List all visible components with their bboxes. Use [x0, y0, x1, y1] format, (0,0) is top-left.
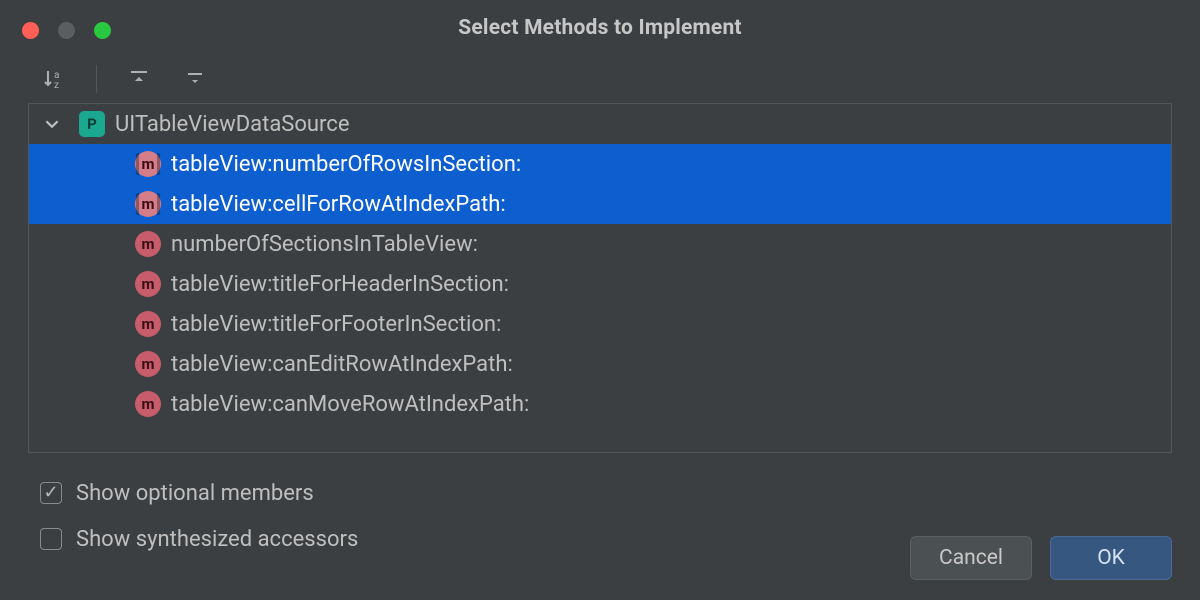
method-row[interactable]: m numberOfSectionsInTableView:: [29, 224, 1171, 264]
checkbox-icon[interactable]: [40, 482, 62, 504]
method-row[interactable]: m tableView:numberOfRowsInSection:: [29, 144, 1171, 184]
show-optional-checkbox-row[interactable]: Show optional members: [40, 473, 1172, 513]
method-badge-icon: m: [135, 231, 161, 257]
method-name: numberOfSectionsInTableView:: [171, 232, 478, 257]
minimize-window-button[interactable]: [58, 22, 75, 39]
method-tree[interactable]: P UITableViewDataSource m tableView:numbe…: [28, 103, 1172, 453]
method-row[interactable]: m tableView:canEditRowAtIndexPath:: [29, 344, 1171, 384]
method-name: tableView:canMoveRowAtIndexPath:: [171, 392, 529, 417]
protocol-row[interactable]: P UITableViewDataSource: [29, 104, 1171, 144]
implement-methods-dialog: Select Methods to Implement a z: [0, 0, 1200, 600]
method-name: tableView:titleForFooterInSection:: [171, 312, 501, 337]
collapse-all-icon[interactable]: [181, 65, 209, 93]
protocol-name: UITableViewDataSource: [115, 112, 349, 137]
method-badge-icon: m: [135, 191, 161, 217]
method-name: tableView:canEditRowAtIndexPath:: [171, 352, 513, 377]
method-name: tableView:numberOfRowsInSection:: [171, 152, 521, 177]
toolbar: a z: [0, 55, 1200, 103]
chevron-down-icon[interactable]: [43, 115, 61, 133]
method-row[interactable]: m tableView:titleForHeaderInSection:: [29, 264, 1171, 304]
method-badge-icon: m: [135, 391, 161, 417]
method-row[interactable]: m tableView:titleForFooterInSection:: [29, 304, 1171, 344]
checkbox-icon[interactable]: [40, 528, 62, 550]
sort-alpha-icon[interactable]: a z: [40, 65, 68, 93]
method-badge-icon: m: [135, 151, 161, 177]
protocol-badge-icon: P: [79, 111, 105, 137]
expand-all-icon[interactable]: [125, 65, 153, 93]
method-badge-icon: m: [135, 311, 161, 337]
ok-button[interactable]: OK: [1050, 536, 1172, 580]
cancel-button[interactable]: Cancel: [910, 536, 1032, 580]
method-row[interactable]: m tableView:canMoveRowAtIndexPath:: [29, 384, 1171, 424]
method-name: tableView:cellForRowAtIndexPath:: [171, 192, 506, 217]
method-row[interactable]: m tableView:cellForRowAtIndexPath:: [29, 184, 1171, 224]
toolbar-separator: [96, 65, 97, 93]
button-bar: Cancel OK: [910, 536, 1172, 580]
window-controls: [22, 22, 111, 39]
svg-text:z: z: [54, 80, 59, 91]
method-badge-icon: m: [135, 271, 161, 297]
zoom-window-button[interactable]: [94, 22, 111, 39]
show-synthesized-label: Show synthesized accessors: [76, 527, 358, 552]
show-optional-label: Show optional members: [76, 481, 314, 506]
dialog-footer: Show optional members Show synthesized a…: [0, 453, 1200, 600]
dialog-title: Select Methods to Implement: [0, 16, 1200, 40]
method-badge-icon: m: [135, 351, 161, 377]
titlebar: Select Methods to Implement: [0, 0, 1200, 55]
method-name: tableView:titleForHeaderInSection:: [171, 272, 509, 297]
close-window-button[interactable]: [22, 22, 39, 39]
